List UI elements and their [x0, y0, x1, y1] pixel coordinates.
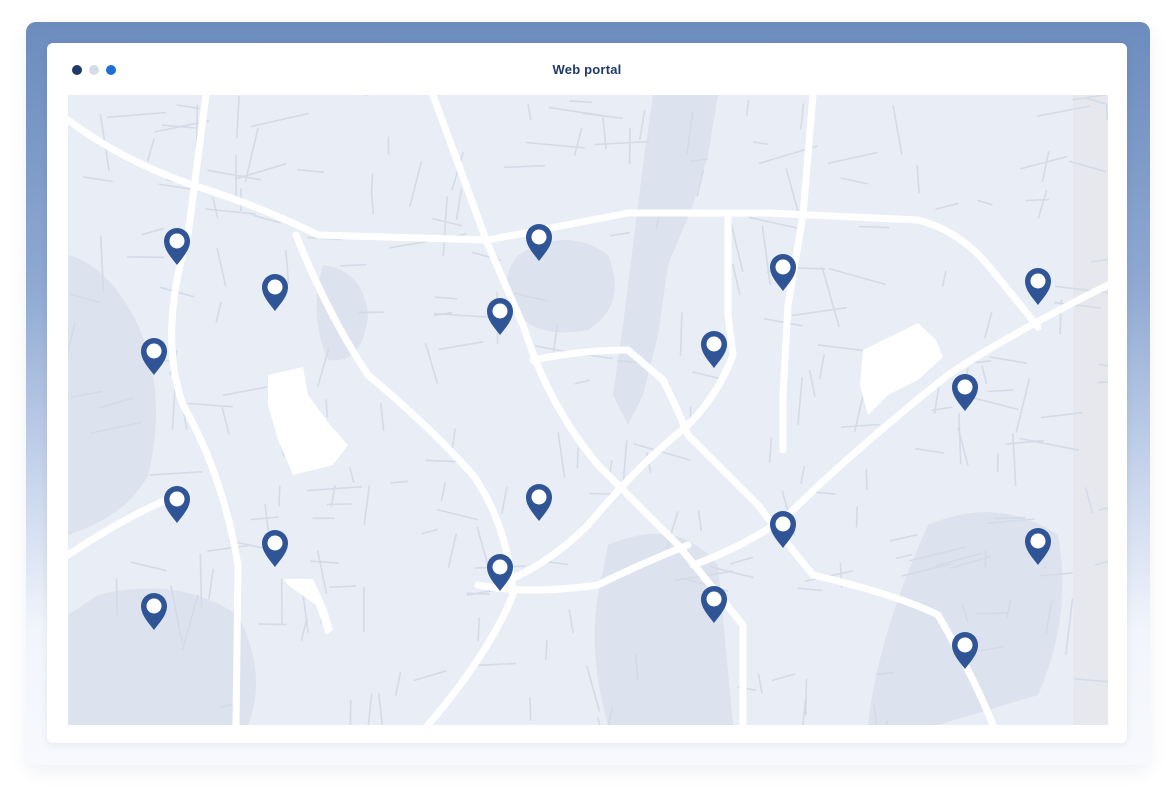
- street-line: [994, 516, 1026, 520]
- city-map[interactable]: [68, 95, 1108, 725]
- street-line: [477, 617, 480, 642]
- pin-center: [267, 279, 283, 295]
- pin-center: [267, 535, 283, 551]
- pin-center: [146, 343, 162, 359]
- street-line: [975, 612, 1008, 615]
- pin-center: [169, 491, 185, 507]
- pin-center: [957, 637, 973, 653]
- street-line: [576, 448, 579, 469]
- window-title: Web portal: [552, 62, 622, 77]
- street-line: [858, 225, 890, 229]
- window-titlebar: Web portal: [47, 43, 1127, 95]
- street-line: [349, 700, 352, 725]
- pin-center: [706, 336, 722, 352]
- street-line: [885, 719, 888, 725]
- pin-center: [531, 489, 547, 505]
- pin-center: [492, 559, 508, 575]
- street-line: [115, 578, 119, 616]
- pin-center: [531, 229, 547, 245]
- street-line: [126, 256, 165, 259]
- street-line: [278, 485, 281, 507]
- map-canvas[interactable]: [68, 95, 1108, 725]
- pin-center: [169, 233, 185, 249]
- page-frame: Web portal: [26, 22, 1150, 765]
- street-line: [805, 678, 808, 716]
- street-line: [1105, 103, 1108, 121]
- street-line: [545, 640, 548, 661]
- street-line: [589, 492, 611, 495]
- street-line: [326, 503, 353, 506]
- pin-center: [775, 516, 791, 532]
- street-line: [855, 506, 858, 528]
- pin-center: [706, 591, 722, 607]
- map-right-edge: [1073, 95, 1108, 725]
- pin-center: [1030, 533, 1046, 549]
- water-area: [594, 533, 733, 725]
- pin-center: [1030, 273, 1046, 289]
- pin-center: [957, 379, 973, 395]
- street-line: [865, 468, 868, 490]
- pin-center: [492, 303, 508, 319]
- street-line: [529, 697, 532, 721]
- street-line: [329, 585, 356, 588]
- pin-center: [775, 259, 791, 275]
- street-line: [258, 623, 287, 626]
- pin-center: [146, 598, 162, 614]
- browser-window: Web portal: [47, 43, 1127, 743]
